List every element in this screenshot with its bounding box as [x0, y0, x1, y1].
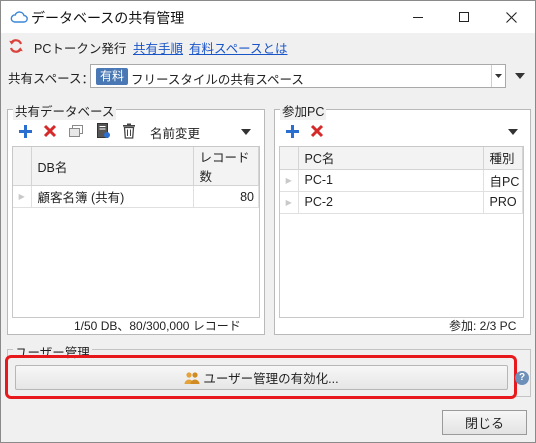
refresh-icon[interactable]	[8, 38, 24, 54]
pc-type-cell[interactable]: 自PC	[483, 169, 523, 192]
enable-user-management-button[interactable]: ユーザー管理の有効化...	[15, 365, 508, 390]
close-button[interactable]: 閉じる	[442, 410, 527, 435]
table-row[interactable]: ▶ PC-2 PRO	[280, 191, 523, 214]
column-header-type[interactable]: 種別	[483, 147, 523, 170]
column-header-record-count[interactable]: レコード数	[193, 147, 259, 186]
share-procedure-link[interactable]: 共有手順	[133, 38, 183, 57]
row-header-corner	[280, 147, 299, 170]
row-indicator: ▶	[280, 169, 299, 192]
windows-icon	[69, 125, 83, 137]
paid-badge: 有料	[96, 68, 129, 85]
pc-name-cell[interactable]: PC-1	[298, 169, 484, 192]
issue-pc-token-link[interactable]: PCトークン発行	[34, 38, 126, 57]
pc-type-cell[interactable]: PRO	[483, 191, 523, 214]
add-database-button[interactable]	[16, 122, 34, 140]
link-bar: PCトークン発行 共有手順 有料スペースとは	[1, 33, 535, 59]
pc-name-cell[interactable]: PC-2	[298, 191, 484, 214]
remove-pc-button[interactable]	[308, 122, 326, 140]
title-bar: データベースの共有管理	[1, 1, 535, 33]
shared-database-group: 名前変更 DB名 レコード数 ▶ 顧客名簿 (共有) 80 1/50 DB、80…	[7, 109, 265, 335]
record-count-cell[interactable]: 80	[193, 185, 259, 208]
doc-icon	[96, 123, 110, 138]
window-title: データベースの共有管理	[31, 10, 185, 26]
space-menu-icon[interactable]	[515, 73, 525, 79]
shared-space-select[interactable]: 有料 フリースタイルの共有スペース	[90, 64, 506, 88]
pc-usage-text: 参加: 2/3 PC	[449, 319, 517, 333]
shared-space-label: 共有スペース：	[8, 72, 95, 86]
delete-database-button[interactable]	[120, 122, 138, 140]
column-header-pc-name[interactable]: PC名	[298, 147, 484, 170]
shared-space-value: フリースタイルの共有スペース	[131, 73, 304, 87]
database-usage-text: 1/50 DB、80/300,000 レコード	[74, 319, 241, 333]
table-row[interactable]: ▶ PC-1 自PC	[280, 169, 523, 192]
row-indicator: ▶	[13, 185, 32, 208]
database-grid: DB名 レコード数 ▶ 顧客名簿 (共有) 80	[12, 146, 260, 318]
remove-database-button[interactable]	[41, 122, 59, 140]
rename-button[interactable]: 名前変更	[150, 123, 200, 142]
paid-space-info-link[interactable]: 有料スペースとは	[189, 38, 288, 57]
plus-icon	[285, 124, 299, 138]
row-indicator: ▶	[280, 191, 299, 214]
enable-user-management-label: ユーザー管理の有効化...	[203, 372, 339, 386]
close-window-button[interactable]	[488, 1, 534, 33]
plus-icon	[18, 124, 32, 138]
copy-database-button[interactable]	[67, 122, 85, 140]
shared-space-row: 共有スペース： 有料 フリースタイルの共有スペース	[1, 61, 535, 91]
row-header-corner	[13, 147, 32, 186]
close-icon	[505, 11, 517, 23]
trash-icon	[123, 123, 135, 139]
participant-pc-group: PC名 種別 ▶ PC-1 自PC ▶ PC-2 PRO 参加: 2/3 PC	[274, 109, 531, 335]
shared-database-legend: 共有データベース	[13, 101, 117, 120]
add-pc-button[interactable]	[283, 122, 301, 140]
export-database-button[interactable]	[94, 122, 112, 140]
maximize-button[interactable]	[441, 1, 487, 33]
participant-pc-legend: 参加PC	[280, 101, 327, 120]
pc-grid: PC名 種別 ▶ PC-1 自PC ▶ PC-2 PRO	[279, 146, 524, 318]
dialog-window: データベースの共有管理 PCトークン発行 共有手順 有料スペースとは 共有スペー…	[0, 0, 536, 443]
column-header-db-name[interactable]: DB名	[31, 147, 194, 186]
users-icon	[184, 371, 200, 384]
help-icon[interactable]: ?	[515, 371, 529, 385]
maximize-icon	[459, 12, 469, 22]
pc-menu-icon[interactable]	[508, 129, 518, 135]
select-dropdown-button[interactable]	[491, 65, 505, 87]
db-menu-icon[interactable]	[241, 129, 251, 135]
x-icon	[43, 124, 57, 138]
minimize-button[interactable]	[395, 1, 441, 33]
db-name-cell[interactable]: 顧客名簿 (共有)	[31, 185, 194, 208]
minimize-icon	[413, 17, 423, 18]
cloud-icon	[10, 11, 28, 23]
table-row[interactable]: ▶ 顧客名簿 (共有) 80	[13, 185, 259, 208]
chevron-down-icon	[495, 74, 502, 78]
x-icon	[310, 124, 324, 138]
